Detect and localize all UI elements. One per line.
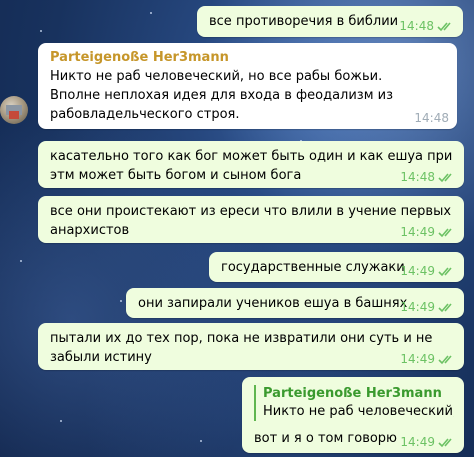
reply-preview[interactable]: Parteigenoße Her3mann Никто не раб челов… <box>254 385 454 421</box>
message-outgoing[interactable]: все они проистекают из ереси что влили в… <box>38 196 464 243</box>
message-meta: 14:48 <box>414 111 449 125</box>
message-text: Никто не раб человеческий, но все рабы б… <box>50 69 394 122</box>
read-checks-icon <box>438 302 452 312</box>
message-time: 14:48 <box>414 111 449 125</box>
message-time: 14:49 <box>400 264 435 278</box>
message-text: все они проистекают из ереси что влили в… <box>50 204 452 238</box>
message-outgoing[interactable]: касательно того как бог может быть один … <box>38 141 464 188</box>
message-time: 14:48 <box>399 19 434 33</box>
read-checks-icon <box>438 172 452 182</box>
sender-name[interactable]: Parteigenoße Her3mann <box>50 49 447 67</box>
message-time: 14:49 <box>400 352 435 366</box>
sender-avatar[interactable] <box>0 96 28 124</box>
reply-sender-name: Parteigenoße Her3mann <box>263 386 442 401</box>
message-time: 14:49 <box>400 225 435 239</box>
message-outgoing[interactable]: все противоречия в библии 14:48 <box>197 6 463 37</box>
reply-text: Никто не раб человеческий,... <box>263 404 454 419</box>
read-checks-icon <box>438 354 452 364</box>
message-meta: 14:49 <box>400 300 456 314</box>
message-meta: 14:49 <box>400 435 456 449</box>
read-checks-icon <box>438 227 452 237</box>
background-star <box>20 260 22 262</box>
read-checks-icon <box>437 21 451 31</box>
background-star <box>120 300 122 302</box>
background-star <box>150 12 152 14</box>
background-star <box>200 440 202 442</box>
background-star <box>60 420 62 422</box>
message-meta: 14:48 <box>399 19 455 33</box>
read-checks-icon <box>438 437 452 447</box>
message-meta: 14:49 <box>400 352 456 366</box>
message-time: 14:48 <box>400 170 435 184</box>
message-text: пытали их до тех пор, пока не извратили … <box>50 331 433 365</box>
read-checks-icon <box>438 266 452 276</box>
message-text: касательно того как бог может быть один … <box>50 149 453 183</box>
message-outgoing[interactable]: государственные служаки 14:49 <box>209 252 464 282</box>
message-meta: 14:49 <box>400 225 456 239</box>
message-time: 14:49 <box>400 435 435 449</box>
message-meta: 14:48 <box>400 170 456 184</box>
message-time: 14:49 <box>400 300 435 314</box>
background-star <box>40 30 42 32</box>
message-meta: 14:49 <box>400 264 456 278</box>
message-incoming[interactable]: Parteigenoße Her3mann Никто не раб челов… <box>38 43 457 129</box>
message-outgoing[interactable]: Parteigenoße Her3mann Никто не раб челов… <box>242 377 464 453</box>
message-outgoing[interactable]: они запирали учеников ешуа в башнях 14:4… <box>126 288 464 318</box>
message-outgoing[interactable]: пытали их до тех пор, пока не извратили … <box>38 323 464 370</box>
